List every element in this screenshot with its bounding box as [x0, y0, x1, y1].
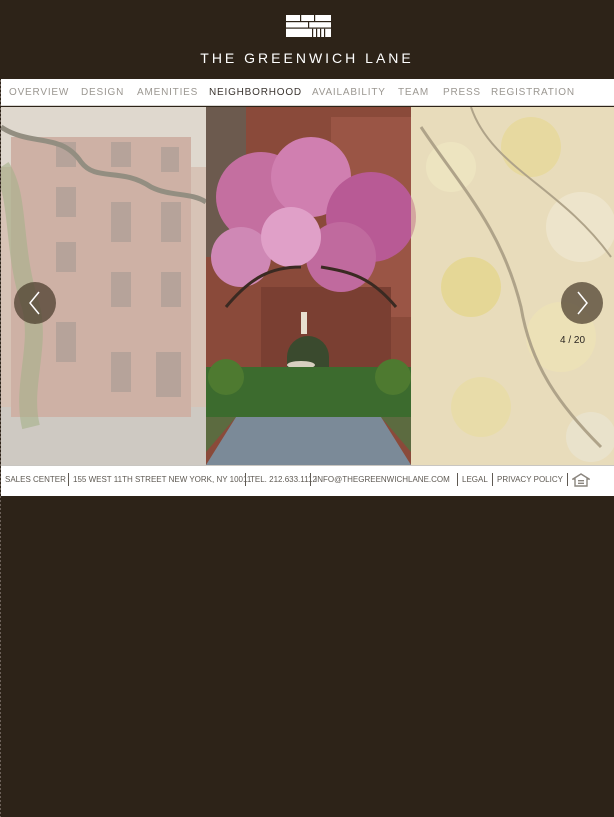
nav-item-availability[interactable]: AVAILABILITY [312, 87, 386, 98]
building-logo-icon[interactable] [286, 15, 331, 37]
footer-email-link[interactable]: INFO@THEGREENWICHLANE.COM [315, 475, 450, 484]
gallery-images [1, 107, 614, 465]
footer-divider [310, 473, 311, 486]
nav-item-amenities[interactable]: AMENITIES [137, 87, 198, 98]
footer-divider [567, 473, 568, 486]
nav-item-neighborhood[interactable]: NEIGHBORHOOD [209, 87, 302, 98]
photo-gallery[interactable] [1, 107, 614, 465]
footer-divider [68, 473, 69, 486]
footer-divider [245, 473, 246, 486]
chevron-left-icon [29, 291, 40, 315]
footer-privacy-link[interactable]: PRIVACY POLICY [497, 475, 563, 484]
nav-item-press[interactable]: PRESS [443, 87, 481, 98]
footer-phone[interactable]: TEL. 212.633.1112 [250, 475, 317, 484]
brand-name[interactable]: THE GREENWICH LANE [0, 50, 614, 66]
main-nav: OVERVIEW DESIGN AMENITIES NEIGHBORHOOD A… [1, 79, 614, 106]
footer-sales-center: SALES CENTER [5, 475, 66, 484]
site-header: THE GREENWICH LANE [0, 0, 614, 79]
footer-legal-link[interactable]: LEGAL [462, 475, 488, 484]
prev-slide-button[interactable] [14, 282, 56, 324]
site-footer: SALES CENTER 155 WEST 11TH STREET NEW YO… [1, 465, 614, 496]
footer-divider [457, 473, 458, 486]
next-slide-button[interactable] [561, 282, 603, 324]
footer-address: 155 WEST 11TH STREET NEW YORK, NY 10011 [73, 475, 252, 484]
slide-counter: 4 / 20 [560, 335, 586, 346]
chevron-right-icon [577, 291, 588, 315]
nav-item-registration[interactable]: REGISTRATION [491, 87, 575, 98]
nav-item-team[interactable]: TEAM [398, 87, 429, 98]
equal-housing-icon [572, 473, 590, 487]
nav-item-design[interactable]: DESIGN [81, 87, 124, 98]
gallery-photo-courtyard [206, 107, 416, 465]
footer-divider [492, 473, 493, 486]
nav-item-overview[interactable]: OVERVIEW [9, 87, 69, 98]
